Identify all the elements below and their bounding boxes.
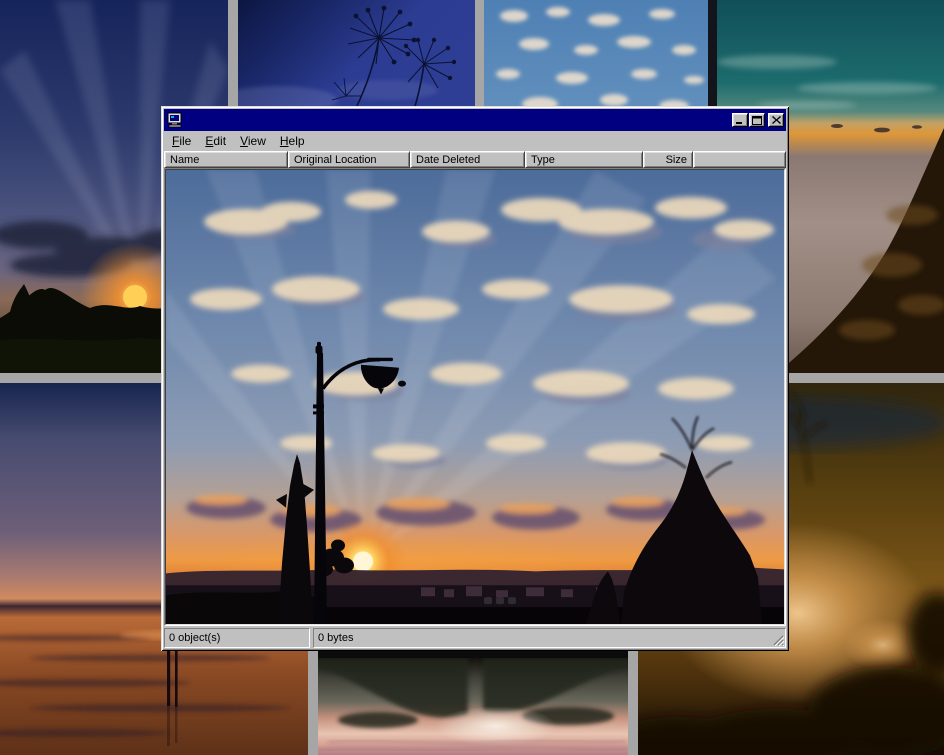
menu-view[interactable]: View xyxy=(233,133,273,150)
file-list-viewport[interactable] xyxy=(165,169,785,625)
column-header-size[interactable]: Size xyxy=(643,151,693,168)
menu-edit[interactable]: Edit xyxy=(198,133,233,150)
menu-help-label: elp xyxy=(289,134,305,148)
water-reflection-image xyxy=(318,658,628,755)
maximize-button[interactable] xyxy=(749,113,765,127)
column-header-name[interactable]: Name xyxy=(164,151,288,168)
menu-file[interactable]: File xyxy=(165,133,198,150)
status-objects: 0 object(s) xyxy=(164,628,310,648)
menu-view-accel: V xyxy=(240,134,248,148)
menu-help-accel: H xyxy=(280,134,289,148)
column-header-type[interactable]: Type xyxy=(525,151,643,168)
close-icon xyxy=(772,116,781,124)
close-button[interactable] xyxy=(768,113,784,127)
maximize-icon xyxy=(752,116,762,125)
recycle-bin-window: File Edit View Help Name Original Locati… xyxy=(161,106,789,651)
minimize-button[interactable] xyxy=(732,113,748,127)
window-titlebar[interactable] xyxy=(164,109,786,131)
menu-help[interactable]: Help xyxy=(273,133,312,150)
sunset-lamp-photo xyxy=(166,170,784,624)
computer-icon xyxy=(167,112,183,128)
column-header-date-deleted[interactable]: Date Deleted xyxy=(410,151,525,168)
column-header-row: Name Original Location Date Deleted Type… xyxy=(164,151,786,168)
menu-view-label: iew xyxy=(248,134,266,148)
menu-file-label: ile xyxy=(179,134,191,148)
column-header-empty[interactable] xyxy=(693,151,786,168)
resize-grip-icon[interactable] xyxy=(771,633,784,646)
menu-bar: File Edit View Help xyxy=(164,132,786,151)
desktop: { "window": { "title": "", "menu": [ {"a… xyxy=(0,0,944,755)
minimize-icon xyxy=(735,116,745,125)
file-list-area[interactable] xyxy=(164,168,786,626)
status-bytes: 0 bytes xyxy=(313,628,786,648)
menu-edit-label: dit xyxy=(213,134,226,148)
status-bar: 0 object(s) 0 bytes xyxy=(164,628,786,648)
column-header-original-location[interactable]: Original Location xyxy=(288,151,410,168)
wallpaper-photo-water-reflection xyxy=(318,658,628,755)
